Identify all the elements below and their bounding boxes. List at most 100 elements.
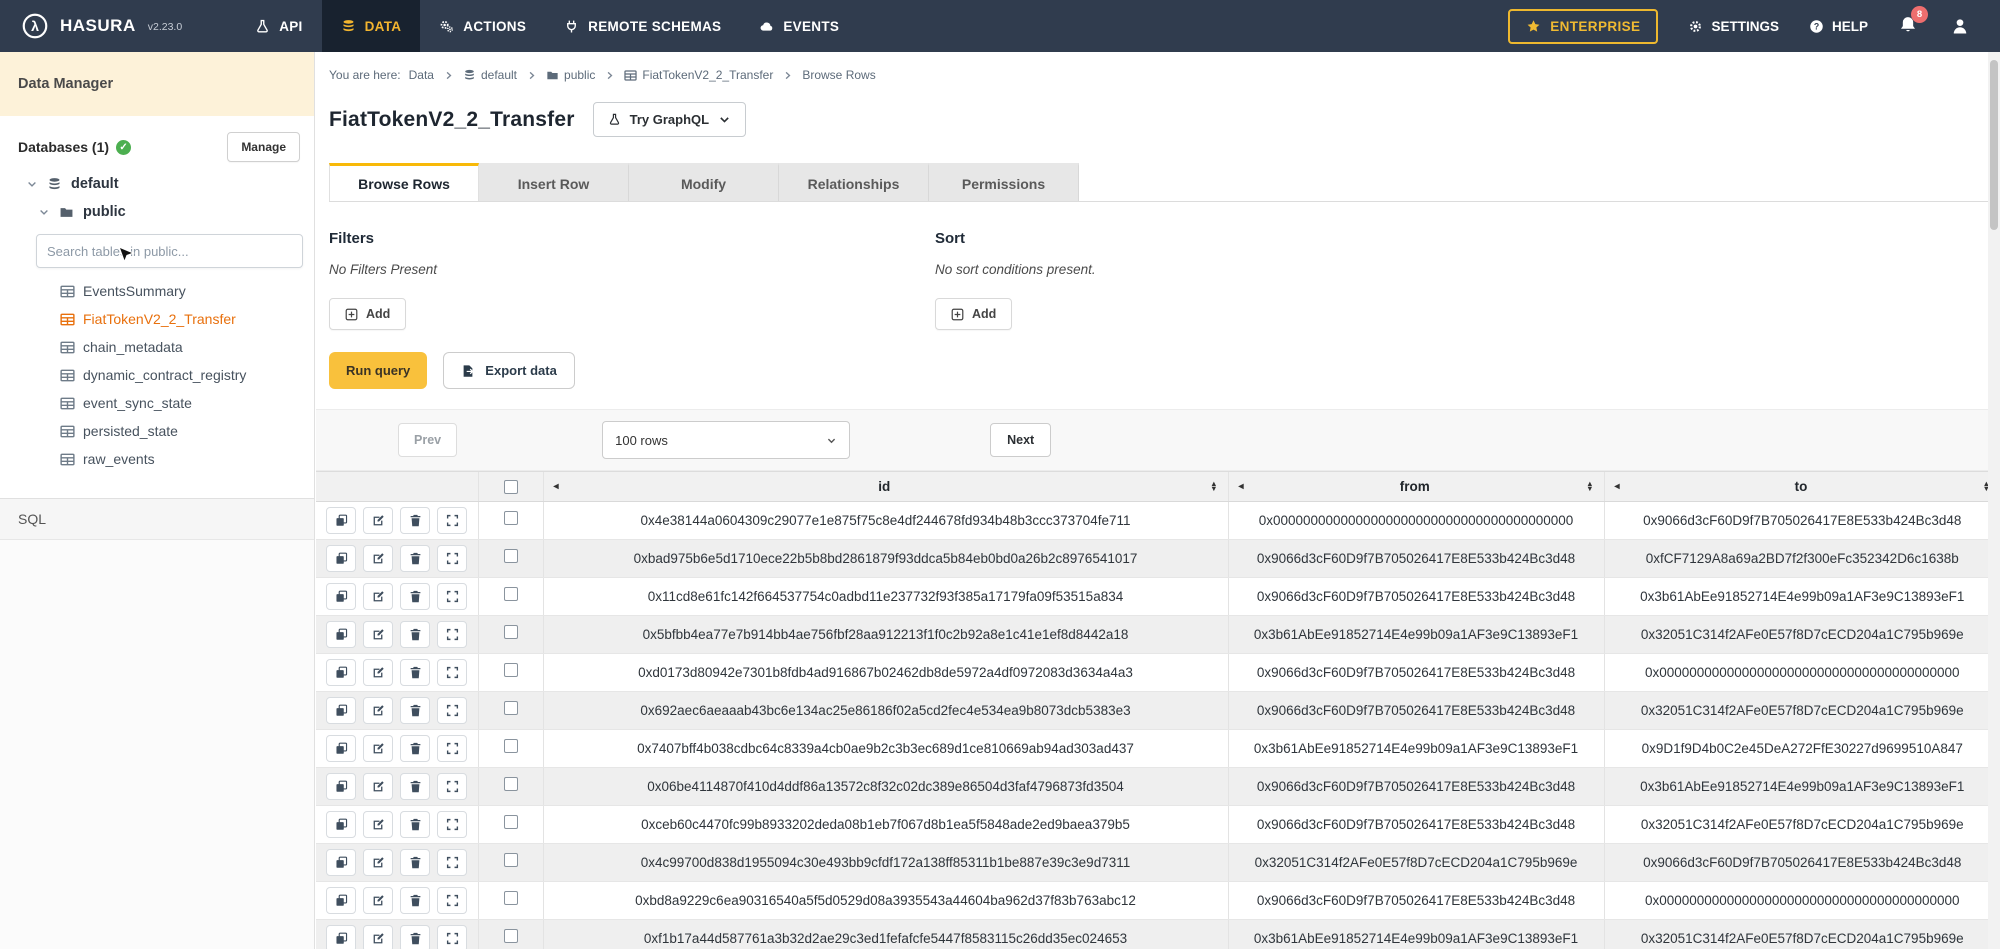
search-tables-input[interactable] (36, 234, 303, 268)
collapse-column-icon[interactable]: ◂ (554, 481, 559, 492)
select-all-checkbox[interactable] (504, 480, 518, 494)
row-checkbox[interactable] (504, 891, 518, 905)
row-clone-button[interactable] (326, 545, 356, 572)
nav-item-api[interactable]: API (236, 0, 321, 52)
row-delete-button[interactable] (400, 507, 430, 534)
row-delete-button[interactable] (400, 545, 430, 572)
page-size-select[interactable]: 100 rows (602, 421, 850, 459)
row-delete-button[interactable] (400, 925, 430, 949)
row-clone-button[interactable] (326, 811, 356, 838)
row-edit-button[interactable] (363, 811, 393, 838)
add-filter-button[interactable]: Add (329, 298, 406, 330)
breadcrumb-item-browse-rows[interactable]: Browse Rows (802, 68, 875, 82)
user-icon[interactable] (1950, 16, 1970, 36)
settings-link[interactable]: SETTINGS (1688, 19, 1779, 34)
row-delete-button[interactable] (400, 735, 430, 762)
sidebar-item-table-raw-events[interactable]: raw_events (0, 446, 314, 472)
row-edit-button[interactable] (363, 621, 393, 648)
column-header-id[interactable]: ◂id▲▼ (543, 472, 1228, 502)
row-checkbox[interactable] (504, 625, 518, 639)
row-expand-button[interactable] (437, 849, 467, 876)
row-edit-button[interactable] (363, 735, 393, 762)
tab-insert-row[interactable]: Insert Row (479, 163, 629, 201)
row-edit-button[interactable] (363, 583, 393, 610)
hasura-brand[interactable]: λ HASURA v2.23.0 (0, 11, 196, 41)
sidebar-item-table-eventssummary[interactable]: EventsSummary (0, 278, 314, 304)
row-edit-button[interactable] (363, 545, 393, 572)
sort-icon[interactable]: ▲▼ (1586, 482, 1593, 491)
sidebar-item-database-default[interactable]: default (0, 170, 314, 198)
nav-item-events[interactable]: EVENTS (740, 0, 858, 52)
sidebar-item-table-event-sync-state[interactable]: event_sync_state (0, 390, 314, 416)
row-clone-button[interactable] (326, 507, 356, 534)
chevron-down-icon[interactable] (38, 206, 50, 218)
row-checkbox[interactable] (504, 587, 518, 601)
next-page-button[interactable]: Next (990, 423, 1051, 457)
add-sort-button[interactable]: Add (935, 298, 1012, 330)
row-delete-button[interactable] (400, 659, 430, 686)
run-query-button[interactable]: Run query (329, 352, 427, 389)
column-header-from[interactable]: ◂from▲▼ (1228, 472, 1604, 502)
row-expand-button[interactable] (437, 887, 467, 914)
enterprise-button[interactable]: ENTERPRISE (1508, 9, 1658, 44)
row-checkbox[interactable] (504, 777, 518, 791)
row-checkbox[interactable] (504, 549, 518, 563)
nav-item-data[interactable]: DATA (322, 0, 421, 52)
row-clone-button[interactable] (326, 773, 356, 800)
row-edit-button[interactable] (363, 925, 393, 949)
nav-item-remote-schemas[interactable]: REMOTE SCHEMAS (545, 0, 740, 52)
row-edit-button[interactable] (363, 849, 393, 876)
row-delete-button[interactable] (400, 811, 430, 838)
row-clone-button[interactable] (326, 849, 356, 876)
row-expand-button[interactable] (437, 507, 467, 534)
row-edit-button[interactable] (363, 887, 393, 914)
tab-permissions[interactable]: Permissions (929, 163, 1079, 201)
collapse-column-icon[interactable]: ◂ (1239, 481, 1244, 492)
row-expand-button[interactable] (437, 659, 467, 686)
tab-browse-rows[interactable]: Browse Rows (329, 163, 479, 201)
row-edit-button[interactable] (363, 773, 393, 800)
row-delete-button[interactable] (400, 621, 430, 648)
breadcrumb-item-public[interactable]: public (546, 68, 595, 82)
row-checkbox[interactable] (504, 511, 518, 525)
row-checkbox[interactable] (504, 815, 518, 829)
row-delete-button[interactable] (400, 773, 430, 800)
row-clone-button[interactable] (326, 583, 356, 610)
row-delete-button[interactable] (400, 849, 430, 876)
scrollbar-thumb[interactable] (1990, 60, 1998, 230)
breadcrumb-item-default[interactable]: default (463, 68, 517, 82)
nav-item-actions[interactable]: ACTIONS (420, 0, 545, 52)
row-clone-button[interactable] (326, 697, 356, 724)
row-delete-button[interactable] (400, 697, 430, 724)
row-expand-button[interactable] (437, 735, 467, 762)
column-header-to[interactable]: ◂to▲▼ (1604, 472, 2000, 502)
row-edit-button[interactable] (363, 697, 393, 724)
chevron-down-icon[interactable] (26, 178, 38, 190)
row-checkbox[interactable] (504, 853, 518, 867)
row-checkbox[interactable] (504, 663, 518, 677)
row-expand-button[interactable] (437, 583, 467, 610)
tab-modify[interactable]: Modify (629, 163, 779, 201)
row-delete-button[interactable] (400, 887, 430, 914)
vertical-scrollbar[interactable] (1988, 52, 2000, 949)
row-expand-button[interactable] (437, 697, 467, 724)
collapse-column-icon[interactable]: ◂ (1615, 481, 1620, 492)
notifications-button[interactable]: 8 (1898, 15, 1920, 37)
sidebar-item-schema-public[interactable]: public (0, 198, 314, 226)
help-link[interactable]: ? HELP (1809, 19, 1868, 34)
row-checkbox[interactable] (504, 739, 518, 753)
sidebar-item-table-persisted-state[interactable]: persisted_state (0, 418, 314, 444)
row-clone-button[interactable] (326, 925, 356, 949)
row-expand-button[interactable] (437, 925, 467, 949)
sidebar-item-sql[interactable]: SQL (0, 499, 314, 540)
prev-page-button[interactable]: Prev (398, 423, 457, 457)
row-delete-button[interactable] (400, 583, 430, 610)
row-clone-button[interactable] (326, 887, 356, 914)
row-clone-button[interactable] (326, 621, 356, 648)
breadcrumb-item-fiattokenv2-2-transfer[interactable]: FiatTokenV2_2_Transfer (624, 68, 773, 82)
sidebar-item-table-fiattokenv2-2-transfer[interactable]: FiatTokenV2_2_Transfer (0, 306, 314, 332)
sidebar-item-table-dynamic-contract-registry[interactable]: dynamic_contract_registry (0, 362, 314, 388)
row-expand-button[interactable] (437, 621, 467, 648)
export-data-button[interactable]: Export data (443, 352, 575, 389)
row-expand-button[interactable] (437, 811, 467, 838)
